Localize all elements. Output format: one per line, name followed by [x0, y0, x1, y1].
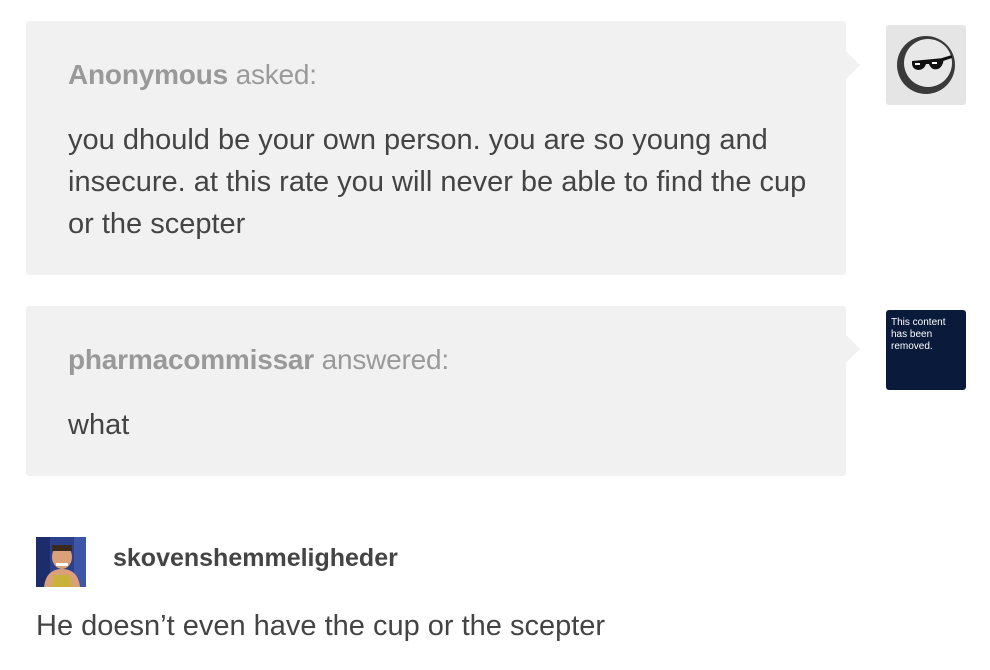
answer-verb: answered: — [321, 344, 450, 375]
answer-bubble: pharmacommissar answered: what — [26, 306, 860, 476]
asker-name[interactable]: Anonymous — [68, 59, 228, 90]
answer-text: what — [68, 409, 130, 441]
answerer-avatar[interactable]: This content has been removed. — [886, 310, 966, 390]
answerer-name[interactable]: pharmacommissar — [68, 344, 314, 375]
ask-bubble: Anonymous asked: you dhould be your own … — [26, 21, 860, 275]
ask-text: you dhould be your own person. you are s… — [68, 124, 807, 240]
ask-verb: asked: — [235, 59, 317, 90]
removed-content-notice: This content has been removed. — [891, 317, 946, 352]
bubble-tail — [846, 335, 860, 363]
reblog-comment: He doesn’t even have the cup or the scep… — [36, 610, 606, 642]
reblogger-avatar[interactable] — [36, 537, 86, 587]
anonymous-avatar[interactable] — [886, 25, 966, 105]
ask-header: Anonymous asked: — [68, 59, 317, 91]
user-photo-avatar — [36, 537, 86, 587]
sunglasses-moon-icon — [897, 36, 955, 94]
bubble-tail — [846, 51, 860, 79]
reblogger-username[interactable]: skovenshemmeligheder — [113, 544, 398, 573]
answer-header: pharmacommissar answered: — [68, 344, 449, 376]
